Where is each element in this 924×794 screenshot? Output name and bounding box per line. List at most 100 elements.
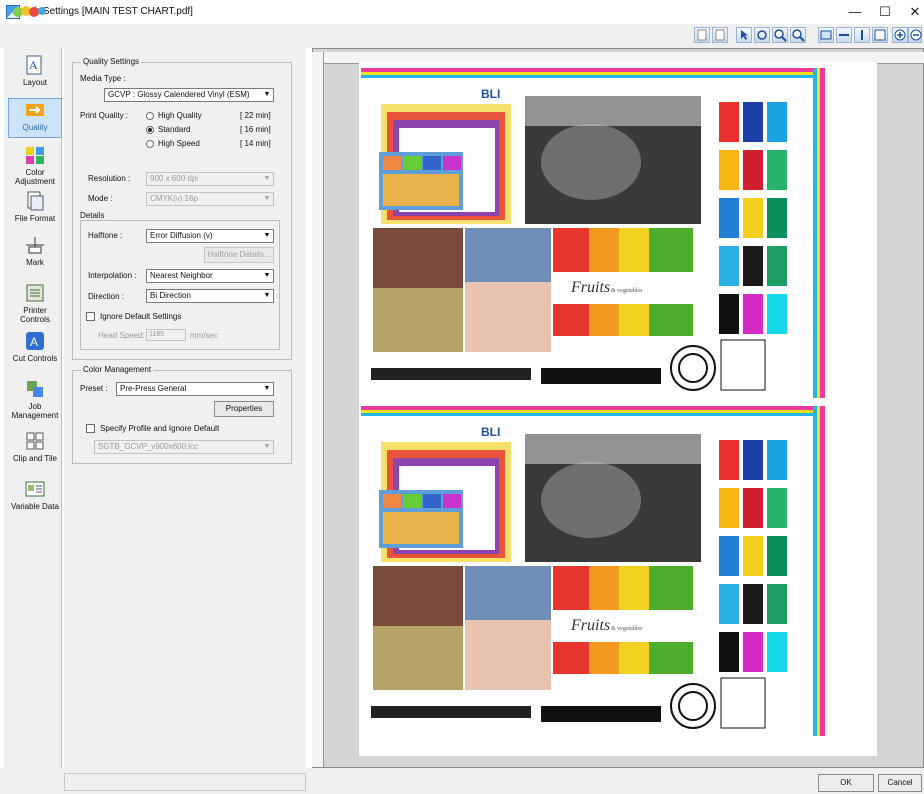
sidebar-item-color-adjustment[interactable]: Color Adjustment [8, 144, 62, 186]
color-swatch [767, 246, 787, 286]
color-adjustment-icon [26, 147, 44, 164]
pointer-icon[interactable] [736, 27, 752, 43]
color-swatch [743, 536, 763, 576]
test-chart-graphic: Fruits & vegetables BLI [361, 406, 825, 736]
profile-value: SGTB_GCVP_v900x600.icc [98, 442, 199, 451]
cut-controls-icon: A [26, 332, 44, 350]
color-swatch [767, 294, 787, 334]
radio-standard[interactable] [146, 126, 154, 134]
zoom-out-icon[interactable] [790, 27, 806, 43]
page-next-icon[interactable] [712, 27, 728, 43]
sidebar-item-job-management[interactable]: Job Management [8, 378, 62, 420]
resolution-label: Resolution : [88, 174, 131, 183]
settings-panel: Quality Settings Media Type : GCVP : Glo… [64, 48, 306, 768]
media-type-label: Media Type : [80, 74, 126, 83]
sidebar-item-mark[interactable]: Mark [8, 234, 62, 267]
color-swatch [767, 102, 787, 142]
color-swatch [743, 440, 763, 480]
interpolation-select[interactable]: Nearest Neighbor ▼ [146, 269, 274, 283]
color-swatch [719, 150, 739, 190]
properties-button[interactable]: Properties [214, 401, 274, 417]
ignore-default-checkbox[interactable] [86, 312, 95, 321]
interpolation-label: Interpolation : [88, 271, 137, 280]
sidebar-item-layout[interactable]: A Layout [8, 54, 62, 87]
profile-select[interactable]: SGTB_GCVP_v900x600.icc ▼ [94, 440, 274, 454]
color-swatch [767, 632, 787, 672]
color-swatch [743, 632, 763, 672]
radio-high-speed[interactable] [146, 140, 154, 148]
color-swatch [719, 488, 739, 528]
color-swatch [767, 488, 787, 528]
sidebar-item-label: Job Management [11, 402, 59, 420]
direction-label: Direction : [88, 292, 125, 301]
sidebar-item-label: Clip and Tile [12, 454, 58, 463]
mode-select[interactable]: CMYK(v) 16p ▼ [146, 192, 274, 206]
halftone-details-button[interactable]: Halftone Details... [204, 247, 274, 263]
fit-page-icon[interactable] [818, 27, 834, 43]
chevron-down-icon: ▼ [263, 175, 271, 182]
color-swatch [719, 632, 739, 672]
color-swatch [743, 102, 763, 142]
svg-text:A: A [30, 335, 38, 349]
direction-select[interactable]: Bi Direction ▼ [146, 289, 274, 303]
color-swatch [743, 584, 763, 624]
printer-controls-icon [26, 284, 44, 302]
chevron-down-icon: ▼ [263, 91, 271, 98]
option-time: [ 14 min] [240, 139, 271, 148]
color-swatch [767, 440, 787, 480]
chevron-down-icon: ▼ [263, 195, 271, 202]
halftone-select[interactable]: Error Diffusion (v) ▼ [146, 229, 274, 243]
ignore-default-label: Ignore Default Settings [100, 312, 182, 321]
test-chart-sheet: Fruits & vegetables BLI [361, 68, 825, 398]
color-swatch [767, 198, 787, 238]
sidebar-item-label: Cut Controls [12, 354, 58, 363]
sidebar-item-file-format[interactable]: File Format [8, 190, 62, 223]
layout-icon: A [26, 55, 42, 75]
chevron-down-icon: ▼ [263, 232, 271, 239]
rotate-icon[interactable] [754, 27, 770, 43]
halftone-value: Error Diffusion (v) [150, 231, 213, 240]
fruits-text: Fruits [570, 279, 610, 296]
color-swatch [767, 150, 787, 190]
sidebar-item-cut-controls[interactable]: A Cut Controls [8, 330, 62, 363]
fit-height-icon[interactable] [854, 27, 870, 43]
chevron-down-icon: ▼ [263, 292, 271, 299]
brand-logo: BLI [481, 425, 500, 439]
fruits-text: Fruits [570, 617, 610, 634]
fruits-sub-text: & vegetables [611, 626, 643, 632]
ok-button[interactable]: OK [818, 774, 874, 792]
mode-value: CMYK(v) 16p [150, 194, 199, 203]
cancel-button[interactable]: Cancel [878, 774, 922, 792]
fruits-sub-text: & vegetables [611, 288, 643, 294]
head-speed-unit: mm/sec [190, 331, 218, 340]
grid-icon[interactable] [872, 27, 888, 43]
job-management-icon [27, 381, 43, 397]
fit-width-icon[interactable] [836, 27, 852, 43]
sidebar-item-printer-controls[interactable]: Printer Controls [8, 282, 62, 324]
resolution-select[interactable]: 900 x 600 dpi ▼ [146, 172, 274, 186]
sidebar-item-clip-tile[interactable]: Clip and Tile [8, 430, 62, 463]
option-label: High Speed [158, 139, 200, 148]
mode-label: Mode : [88, 194, 113, 203]
zoom-plus-icon[interactable] [892, 27, 908, 43]
print-quality-label: Print Quality : [80, 111, 129, 120]
close-button[interactable]: ✕ [892, 0, 924, 24]
zoom-minus-icon[interactable] [908, 27, 922, 43]
sidebar-item-quality[interactable]: Quality [8, 98, 62, 138]
color-swatch [719, 198, 739, 238]
head-speed-input[interactable]: 1185 [146, 329, 186, 341]
preset-value: Pre-Press General [120, 384, 187, 393]
option-time: [ 16 min] [240, 125, 271, 134]
preset-select[interactable]: Pre-Press General ▼ [116, 382, 274, 396]
zoom-in-icon[interactable] [772, 27, 788, 43]
clip-tile-icon [26, 432, 44, 450]
media-type-select[interactable]: GCVP : Glossy Calendered Vinyl (ESM) ▼ [104, 88, 274, 102]
sidebar-item-variable-data[interactable]: Variable Data [8, 478, 62, 511]
specify-profile-checkbox[interactable] [86, 424, 95, 433]
color-swatch [743, 150, 763, 190]
color-swatch [719, 102, 739, 142]
color-swatches [719, 440, 787, 672]
color-swatches [719, 102, 787, 334]
page-prev-icon[interactable] [694, 27, 710, 43]
radio-high-quality[interactable] [146, 112, 154, 120]
